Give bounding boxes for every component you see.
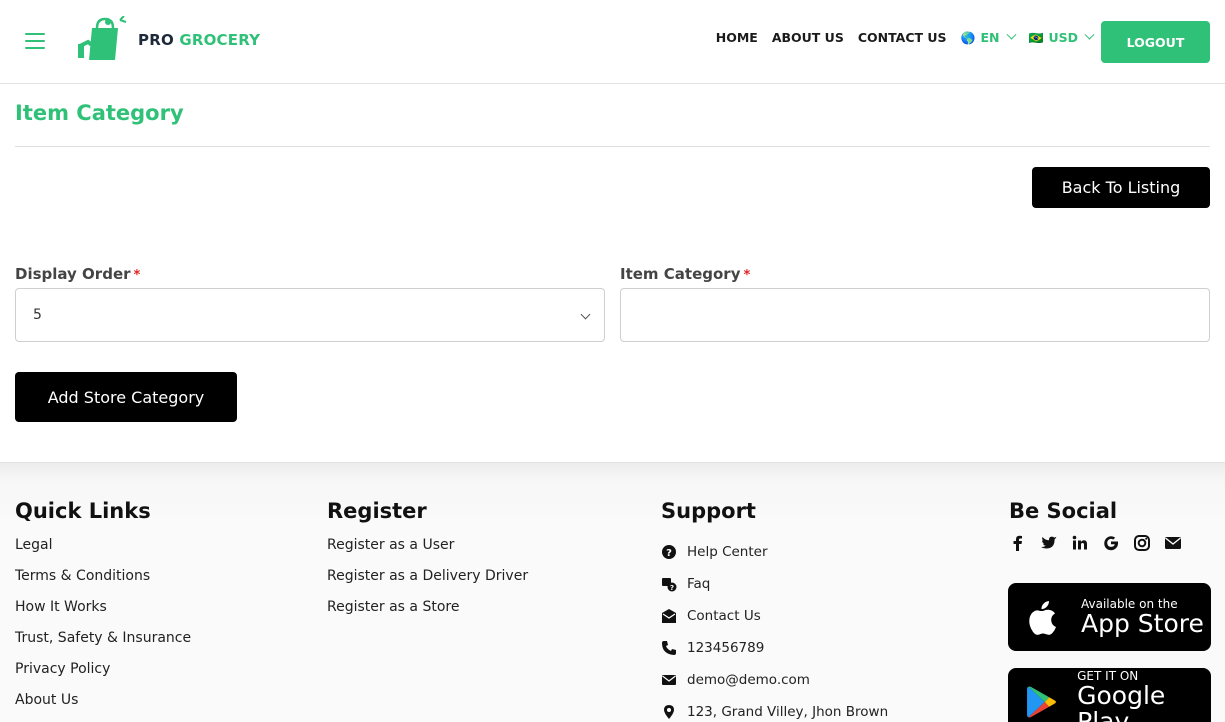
google-icon[interactable] <box>1102 534 1120 552</box>
support-faq[interactable]: ? Faq <box>661 568 888 600</box>
footer-link-legal[interactable]: Legal <box>15 536 191 567</box>
item-category-label: Item Category * <box>620 265 750 283</box>
envelope-icon <box>662 675 676 685</box>
site-footer: Quick Links Legal Terms & Conditions How… <box>0 462 1225 722</box>
chevron-down-icon <box>580 309 591 320</box>
social-icons-row <box>1009 534 1195 552</box>
required-mark: * <box>743 268 751 283</box>
google-play-badge[interactable]: GET IT ON Google Play <box>1008 668 1211 722</box>
google-play-icon <box>1027 686 1056 718</box>
nav-about-us[interactable]: ABOUT US <box>772 30 844 45</box>
display-order-label-text: Display Order <box>15 265 131 283</box>
register-user-link[interactable]: Register as a User <box>327 536 528 567</box>
footer-link-how-it-works[interactable]: How It Works <box>15 598 191 629</box>
support-item-label: demo@demo.com <box>687 672 810 688</box>
support-phone[interactable]: 123456789 <box>661 632 888 664</box>
globe-icon: 🌎 <box>960 30 976 45</box>
currency-value: USD <box>1048 30 1078 45</box>
register-heading: Register <box>327 499 427 523</box>
footer-link-privacy[interactable]: Privacy Policy <box>15 660 191 691</box>
item-category-label-text: Item Category <box>620 265 741 283</box>
brand-name: PRO GROCERY <box>138 31 260 49</box>
apple-icon <box>1029 601 1056 635</box>
hamburger-menu-icon[interactable] <box>25 33 45 49</box>
support-item-label: 123456789 <box>687 640 765 656</box>
register-store-link[interactable]: Register as a Store <box>327 598 528 629</box>
support-contact-us[interactable]: Contact Us <box>661 600 888 632</box>
support-item-label: 123, Grand Villey, Jhon Brown <box>687 704 889 720</box>
display-order-label: Display Order * <box>15 265 140 283</box>
brand-logo[interactable]: PRO GROCERY <box>78 16 260 64</box>
required-mark: * <box>133 268 141 283</box>
item-category-input[interactable] <box>620 288 1210 342</box>
main-nav: HOME ABOUT US CONTACT US 🌎 EN 🇧🇷 USD <box>702 29 1095 45</box>
twitter-icon[interactable] <box>1040 534 1058 552</box>
footer-link-about[interactable]: About Us <box>15 691 191 722</box>
support-email[interactable]: demo@demo.com <box>661 664 888 696</box>
flag-icon: 🇧🇷 <box>1028 30 1044 45</box>
display-order-value: 5 <box>33 307 42 323</box>
social-column: Be Social <box>1009 499 1195 552</box>
app-store-badge[interactable]: Available on the App Store <box>1008 583 1211 651</box>
nav-home[interactable]: HOME <box>716 30 758 45</box>
google-play-big-text: Google Play <box>1077 681 1166 722</box>
support-column: Support ? Help Center ? Faq Contact Us 1… <box>661 499 888 722</box>
back-to-listing-button[interactable]: Back To Listing <box>1032 167 1210 208</box>
google-play-text: GET IT ON Google Play <box>1077 669 1211 722</box>
chevron-down-icon <box>1084 29 1095 40</box>
map-marker-icon <box>664 705 674 719</box>
display-order-select[interactable]: 5 <box>15 288 605 342</box>
app-store-text: Available on the App Store <box>1081 597 1204 637</box>
support-item-label: Faq <box>687 576 711 592</box>
brand-pro-text: PRO <box>138 31 174 49</box>
register-column: Register Register as a User Register as … <box>327 499 528 629</box>
currency-dropdown[interactable]: 🇧🇷 USD <box>1028 29 1095 45</box>
language-dropdown[interactable]: 🌎 EN <box>960 29 1016 45</box>
title-divider <box>15 146 1210 147</box>
phone-icon <box>662 641 676 655</box>
quick-links-heading: Quick Links <box>15 499 151 523</box>
faq-icon: ? <box>662 578 677 592</box>
be-social-heading: Be Social <box>1009 499 1118 523</box>
nav-contact-us[interactable]: CONTACT US <box>858 30 947 45</box>
support-heading: Support <box>661 499 756 523</box>
footer-link-terms[interactable]: Terms & Conditions <box>15 567 191 598</box>
facebook-icon[interactable] <box>1009 534 1027 552</box>
grocery-bag-logo-icon <box>78 16 127 60</box>
site-header: PRO GROCERY HOME ABOUT US CONTACT US 🌎 E… <box>0 0 1225 84</box>
support-item-label: Contact Us <box>687 608 761 624</box>
svg-text:?: ? <box>666 548 672 559</box>
envelope-icon[interactable] <box>1164 534 1182 552</box>
app-store-big-text: App Store <box>1081 609 1204 638</box>
chevron-down-icon <box>1006 29 1016 40</box>
footer-link-trust-safety[interactable]: Trust, Safety & Insurance <box>15 629 191 660</box>
instagram-icon[interactable] <box>1133 534 1151 552</box>
support-help-center[interactable]: ? Help Center <box>661 536 888 568</box>
quick-links-column: Quick Links Legal Terms & Conditions How… <box>15 499 191 722</box>
brand-grocery-text: GROCERY <box>179 31 261 49</box>
page-title: Item Category <box>15 101 184 125</box>
logout-button[interactable]: LOGOUT <box>1101 21 1210 63</box>
svg-text:?: ? <box>670 584 674 592</box>
support-item-label: Help Center <box>687 544 768 560</box>
question-circle-icon: ? <box>662 545 676 559</box>
linkedin-icon[interactable] <box>1071 534 1089 552</box>
add-store-category-button[interactable]: Add Store Category <box>15 372 237 422</box>
support-address: 123, Grand Villey, Jhon Brown <box>661 696 888 722</box>
contact-envelope-icon <box>662 609 676 623</box>
language-value: EN <box>980 30 1000 45</box>
register-driver-link[interactable]: Register as a Delivery Driver <box>327 567 528 598</box>
